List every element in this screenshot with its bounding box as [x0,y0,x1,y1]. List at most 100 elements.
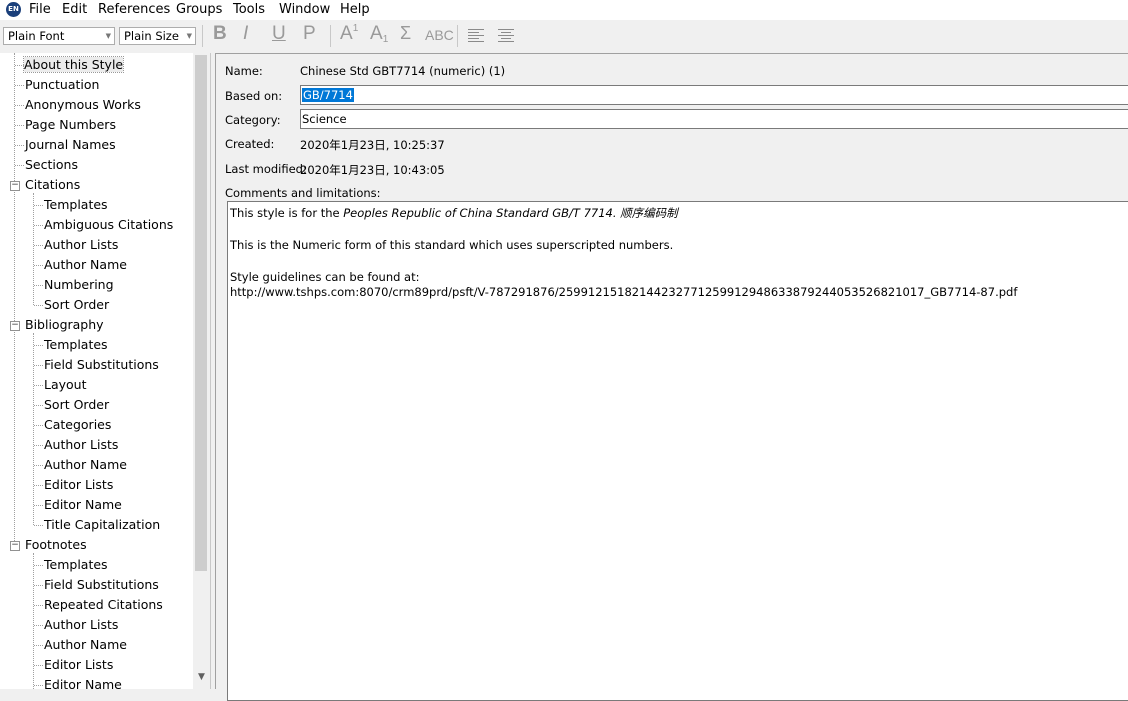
tree-item-footnotes[interactable]: Footnotes [25,535,87,555]
align-left-icon [468,29,484,42]
tree-item-numbering[interactable]: Numbering [44,275,114,295]
name-label: Name: [225,64,263,78]
tree-item-citations-templates[interactable]: Templates [44,195,108,215]
collapse-bibliography-icon[interactable]: − [10,321,20,331]
tree-item-anonymous-works[interactable]: Anonymous Works [25,95,141,115]
collapse-footnotes-icon[interactable]: − [10,541,20,551]
superscript-letter: A [340,23,353,44]
tree-item-footnotes-editor-name[interactable]: Editor Name [44,675,122,689]
name-value: Chinese Std GBT7714 (numeric) (1) [300,64,506,78]
tree-line [34,445,43,446]
tree-item-bibliography-author-name[interactable]: Author Name [44,455,127,475]
tree-item-bibliography-editor-name[interactable]: Editor Name [44,495,122,515]
scroll-down-icon[interactable]: ▼ [193,669,210,686]
italic-button[interactable]: I [243,23,248,45]
superscript-button[interactable]: A1 [340,23,358,45]
tree-item-label: Categories [44,417,112,432]
underline-button[interactable]: U [272,23,286,45]
smallcaps-button[interactable]: ABC [425,27,454,43]
tree-item-categories[interactable]: Categories [44,415,111,435]
tree-item-label: Layout [44,377,87,392]
tree-item-label: Sort Order [44,297,110,312]
bold-button[interactable]: B [213,23,227,45]
tree-line [34,285,43,286]
chevron-down-icon: ▼ [186,32,192,40]
symbol-button[interactable]: Σ [400,23,411,44]
comments-textarea[interactable]: This style is for the Peoples Republic o… [227,201,1128,701]
tree-line [34,345,43,346]
comments-text: This style is for the [230,206,344,220]
tree-line [34,305,43,306]
tree-item-footnotes-author-name[interactable]: Author Name [44,635,127,655]
tree-item-bibliography-templates[interactable]: Templates [44,335,108,355]
tree-line [34,485,43,486]
tree-line [34,645,43,646]
size-select[interactable]: Plain Size ▼ [119,27,196,45]
align-left-button[interactable] [468,27,484,46]
tree-item-layout[interactable]: Layout [44,375,87,395]
tree-line [34,405,43,406]
collapse-citations-icon[interactable]: − [10,181,20,191]
menu-groups[interactable]: Groups [176,1,222,18]
menu-file[interactable]: File [29,1,51,18]
menu-edit[interactable]: Edit [62,1,87,18]
tree-item-label: Title Capitalization [44,517,161,532]
tree-line [15,105,24,106]
tree-item-bibliography-author-lists[interactable]: Author Lists [44,435,118,455]
category-label: Category: [225,113,281,127]
font-select-value: Plain Font [8,29,65,43]
style-sections-tree: − − − About this Style Punctuation Anony… [0,53,211,689]
tree-line [34,625,43,626]
tree-item-footnotes-author-lists[interactable]: Author Lists [44,615,118,635]
tree-item-punctuation[interactable]: Punctuation [25,75,99,95]
tree-item-bibliography-editor-lists[interactable]: Editor Lists [44,475,113,495]
tree-item-label: Editor Name [44,497,122,512]
tree-line [34,425,43,426]
tree-item-citations[interactable]: Citations [25,175,80,195]
tree-item-label: Citations [25,177,81,192]
tree-item-about-this-style[interactable]: About this Style [22,55,125,75]
plain-button[interactable]: P [303,23,316,45]
tree-item-footnotes-field-substitutions[interactable]: Field Substitutions [44,575,159,595]
category-field[interactable]: Science [300,109,1128,129]
menu-window[interactable]: Window [279,1,330,18]
tree-item-bibliography[interactable]: Bibliography [25,315,104,335]
tree-item-field-substitutions[interactable]: Field Substitutions [44,355,159,375]
tree-line [34,205,43,206]
tree-line [34,385,43,386]
tree-item-citations-author-name[interactable]: Author Name [44,255,127,275]
tree-line [34,525,43,526]
tree-item-label: Field Substitutions [44,577,159,592]
scrollbar-thumb[interactable] [195,55,207,571]
font-select[interactable]: Plain Font ▼ [3,27,115,45]
based-on-field[interactable]: GB/7714 [300,85,1128,105]
tree-item-repeated-citations[interactable]: Repeated Citations [44,595,163,615]
menu-help[interactable]: Help [340,1,370,18]
tree-item-sections[interactable]: Sections [25,155,78,175]
tree-item-footnotes-editor-lists[interactable]: Editor Lists [44,655,113,675]
last-modified-value: 2020年1月23日, 10:43:05 [300,163,445,177]
tree-item-label: Author Name [44,457,127,472]
tree-item-footnotes-templates[interactable]: Templates [44,555,108,575]
menu-references[interactable]: References [98,1,170,18]
tree-item-page-numbers[interactable]: Page Numbers [25,115,116,135]
tree-line [14,53,15,545]
tree-line [34,565,43,566]
tree-item-citations-author-lists[interactable]: Author Lists [44,235,118,255]
tree-line [34,245,43,246]
tree-item-label: Anonymous Works [25,97,141,112]
sidebar-scrollbar[interactable]: ▼ [193,53,210,689]
tree-item-label: Author Lists [44,237,119,252]
tree-item-journal-names[interactable]: Journal Names [25,135,116,155]
align-center-button[interactable] [498,27,514,46]
tree-item-citations-sort-order[interactable]: Sort Order [44,295,109,315]
subscript-letter: A [370,23,383,44]
tree-item-bibliography-sort-order[interactable]: Sort Order [44,395,109,415]
menu-tools[interactable]: Tools [233,1,265,18]
comments-standard-name: Peoples Republic of China Standard GB/T … [343,206,678,220]
subscript-button[interactable]: A1 [370,23,388,45]
comments-line: Style guidelines can be found at: [230,270,420,284]
tree-item-ambiguous-citations[interactable]: Ambiguous Citations [44,215,173,235]
last-modified-label: Last modified: [225,162,307,176]
tree-item-title-capitalization[interactable]: Title Capitalization [44,515,160,535]
